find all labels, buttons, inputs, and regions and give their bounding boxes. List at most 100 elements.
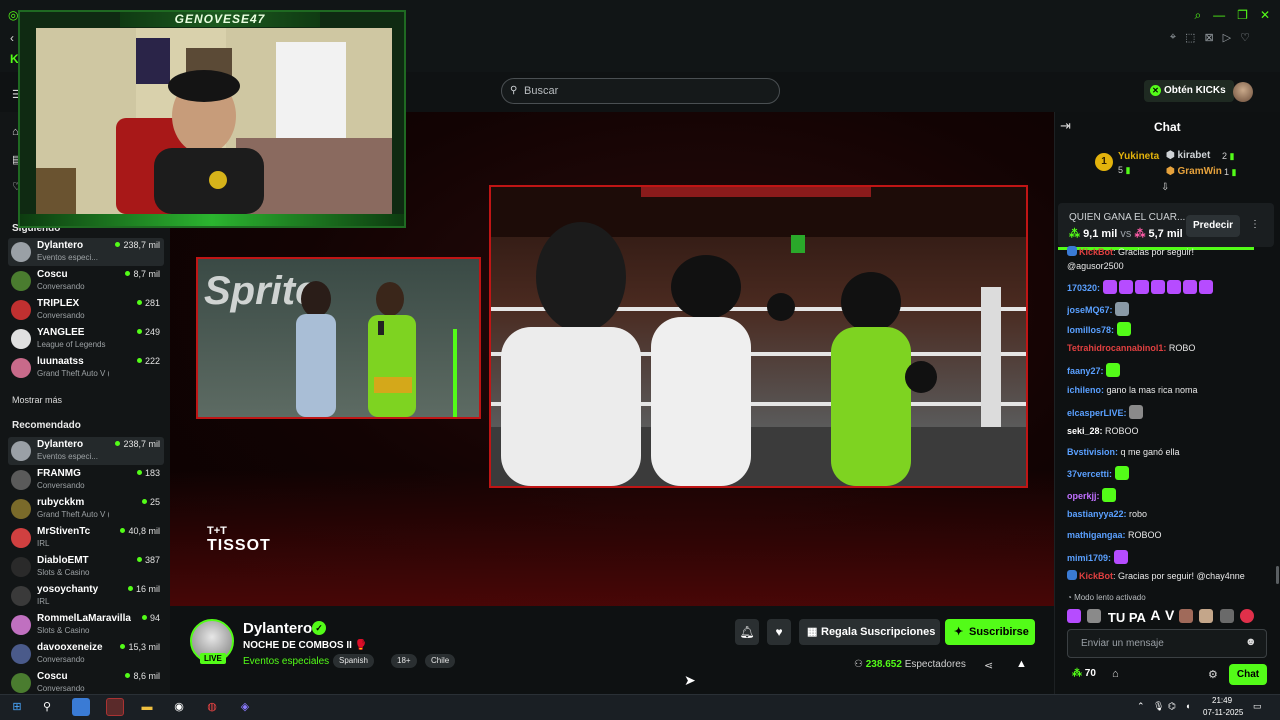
channel-viewers: 15,3 mil (120, 642, 160, 652)
active-app-icon[interactable] (106, 698, 124, 716)
chat-username[interactable]: Tetrahidrocannabinol1: (1067, 343, 1166, 353)
leaderboard-second-name[interactable]: ⬢ kirabet (1166, 150, 1210, 161)
collapse-chat-icon[interactable]: ⇥ (1060, 118, 1071, 134)
close-icon[interactable]: ✕ (1260, 8, 1270, 23)
get-kicks-button[interactable]: ✕ Obtén KICKs (1144, 80, 1234, 102)
chat-username[interactable]: lomillos78: (1067, 325, 1114, 335)
sidebar-channel-coscu[interactable]: Coscu Conversando 8,6 mil (8, 669, 164, 697)
expand-leaderboard-icon[interactable]: ⇩ (1161, 182, 1169, 193)
chat-username[interactable]: mathigangaa: (1067, 530, 1126, 540)
more-options-icon[interactable]: ⋮ (1250, 219, 1260, 230)
back-icon[interactable]: ‹ (10, 31, 14, 45)
sidebar-channel-dylantero[interactable]: Dylantero Eventos especi... 238,7 mil (8, 238, 164, 266)
restore-icon[interactable]: ❐ (1237, 8, 1248, 23)
subscribe-button[interactable]: ✦ Suscribirse (945, 619, 1035, 645)
emote-icon[interactable] (1199, 609, 1214, 623)
obs-icon[interactable]: ◉ (170, 698, 188, 716)
chat-scrollbar[interactable] (1276, 566, 1279, 584)
emote-icon[interactable] (1240, 609, 1255, 623)
clock-time[interactable]: 21:49 (1212, 696, 1232, 705)
start-icon[interactable]: ⊞ (8, 698, 26, 716)
search-input[interactable]: ⚲ Buscar (501, 78, 780, 104)
predict-button[interactable]: Predecir (1186, 215, 1240, 237)
chat-username[interactable]: faany27: (1067, 366, 1104, 376)
chat-username[interactable]: mimi1709: (1067, 553, 1111, 563)
emote-icon[interactable] (1178, 609, 1193, 623)
share-icon[interactable]: ⋖ (984, 659, 993, 672)
sidebar-channel-coscu[interactable]: Coscu Conversando 8,7 mil (8, 267, 164, 295)
sidebar-channel-dylantero[interactable]: Dylantero Eventos especi... 238,7 mil (8, 437, 164, 465)
notification-icon[interactable]: ▭ (1253, 701, 1262, 712)
store-icon[interactable]: ⌂ (1112, 668, 1119, 680)
chat-username[interactable]: Bvstivision: (1067, 447, 1118, 457)
pin-icon[interactable]: ⌖ (1170, 31, 1176, 44)
volume-icon[interactable]: ◖ (1185, 701, 1190, 711)
stream-tag[interactable]: Chile (425, 654, 456, 668)
notifications-button[interactable]: 🔔︎ (735, 619, 759, 645)
copilot-icon[interactable] (72, 698, 90, 716)
tray-chevron-icon[interactable]: ⌃ (1137, 701, 1145, 712)
emote-icon[interactable] (1067, 609, 1081, 623)
stream-category[interactable]: Eventos especiales (243, 656, 329, 667)
discord-icon[interactable]: ◈ (236, 698, 254, 716)
channel-viewers: 8,6 mil (125, 671, 160, 681)
minimize-icon[interactable]: — (1213, 8, 1225, 23)
send-chat-button[interactable]: Chat (1229, 664, 1267, 685)
emote-icon[interactable] (1219, 609, 1234, 623)
chat-message-input[interactable]: Enviar un mensaje (1067, 629, 1267, 658)
stream-tag[interactable]: 18+ (391, 654, 417, 668)
leaderboard-second-name-text: kirabet (1177, 150, 1211, 161)
chat-username[interactable]: 170320: (1067, 283, 1100, 293)
shield-icon[interactable]: ⊠ (1204, 31, 1213, 44)
chat-username[interactable]: ichileno: (1067, 385, 1104, 395)
chat-username[interactable]: 37vercetti: (1067, 469, 1112, 479)
chat-username[interactable]: KickBot (1079, 571, 1113, 581)
settings-icon[interactable]: ⚙ (1208, 668, 1218, 681)
chat-username[interactable]: KickBot (1079, 247, 1113, 257)
emote-v-icon[interactable]: V (1165, 607, 1174, 623)
stream-tag[interactable]: Spanish (333, 654, 374, 668)
follow-button[interactable]: ♥ (767, 619, 791, 645)
chat-username[interactable]: seki_28: (1067, 426, 1103, 436)
sidebar-channel-franmg[interactable]: FRANMG Conversando 183 (8, 466, 164, 494)
points-value: 70 (1084, 668, 1096, 679)
emoji-icon[interactable]: ☻ (1245, 636, 1257, 648)
leaderboard-first-name[interactable]: Yukineta (1118, 151, 1159, 162)
channel-avatar (11, 300, 31, 320)
search-icon[interactable]: ⚲ (38, 698, 56, 716)
chat-username[interactable]: bastianyya22: (1067, 509, 1127, 519)
emote-text[interactable]: TU PA (1108, 610, 1146, 625)
chrome-icon[interactable]: ◍ (203, 698, 221, 716)
leaderboard-third-name[interactable]: ⬢ GramWin (1166, 166, 1222, 177)
sidebar-channel-yosoychanty[interactable]: yosoychanty IRL 16 mil (8, 582, 164, 610)
webcam-scene (36, 28, 392, 214)
sidebar-channel-triplex[interactable]: TRIPLEX Conversando 281 (8, 296, 164, 324)
report-icon[interactable]: ▲ (1016, 658, 1027, 670)
channel-points[interactable]: ⁂ 70 (1072, 668, 1096, 679)
sidebar-channel-diabloemt[interactable]: DiabloEMT Slots & Casino 387 (8, 553, 164, 581)
sidebar-channel-luunaatss[interactable]: luunaatss Grand Theft Auto V (G... 222 (8, 354, 164, 382)
gift-subs-button[interactable]: ▦ Regala Suscripciones (799, 619, 940, 645)
file-explorer-icon[interactable]: ▬ (138, 698, 156, 716)
microphone-icon[interactable]: 🎙︎ (1153, 701, 1164, 712)
sidebar-channel-mrstiventc[interactable]: MrStivenTc IRL 40,8 mil (8, 524, 164, 552)
network-icon[interactable]: ⌬ (1168, 701, 1176, 712)
screenshot-icon[interactable]: ⬚ (1185, 31, 1195, 44)
user-avatar[interactable] (1233, 82, 1253, 102)
emote-a-icon[interactable]: A (1150, 607, 1160, 623)
play-icon[interactable]: ▷ (1223, 31, 1231, 44)
sidebar-channel-yanglee[interactable]: YANGLEE League of Legends 249 (8, 325, 164, 353)
channel-name[interactable]: Dylantero (243, 620, 312, 637)
sidebar-channel-rommellamaravilla[interactable]: RommelLaMaravilla Slots & Casino 94 (8, 611, 164, 639)
sidebar-channel-davooxeneize[interactable]: davooxeneize Conversando 15,3 mil (8, 640, 164, 668)
viewer-count-number: 238.652 (865, 659, 902, 670)
search-icon[interactable]: ⌕ (1194, 8, 1201, 23)
chat-username[interactable]: joseMQ67: (1067, 305, 1113, 315)
heart-icon[interactable]: ♡ (1240, 31, 1250, 44)
clock-date[interactable]: 07-11-2025 (1203, 708, 1243, 717)
emote-icon[interactable] (1087, 609, 1102, 623)
chat-username[interactable]: operkjj: (1067, 491, 1100, 501)
sidebar-channel-rubyckkm[interactable]: rubyckkm Grand Theft Auto V (GTA) 25 (8, 495, 164, 523)
show-more-link[interactable]: Mostrar más (12, 395, 62, 405)
chat-username[interactable]: elcasperLIVE: (1067, 408, 1127, 418)
